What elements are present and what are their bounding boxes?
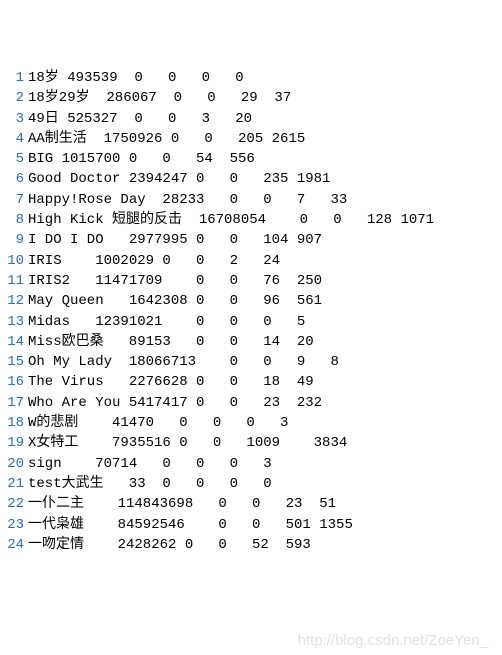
line-text: 49日 525327 0 0 3 20 bbox=[24, 109, 252, 129]
editor-line[interactable]: 4AA制生活 1750926 0 0 205 2615 bbox=[4, 129, 498, 149]
editor-line[interactable]: 11IRIS2 11471709 0 0 76 250 bbox=[4, 271, 498, 291]
editor-line[interactable]: 22一仆二主 114843698 0 0 23 51 bbox=[4, 494, 498, 514]
line-number: 19 bbox=[4, 433, 24, 453]
line-text: 一仆二主 114843698 0 0 23 51 bbox=[24, 494, 336, 514]
line-text: I DO I DO 2977995 0 0 104 907 bbox=[24, 230, 322, 250]
line-number: 13 bbox=[4, 312, 24, 332]
line-number: 20 bbox=[4, 454, 24, 474]
editor-line[interactable]: 14Miss欧巴桑 89153 0 0 14 20 bbox=[4, 332, 498, 352]
line-text: IRIS 1002029 0 0 2 24 bbox=[24, 251, 280, 271]
line-number: 10 bbox=[4, 251, 24, 271]
code-editor[interactable]: 118岁 493539 0 0 0 0218岁29岁 286067 0 0 29… bbox=[4, 68, 498, 555]
line-text: 18岁29岁 286067 0 0 29 37 bbox=[24, 88, 291, 108]
editor-line[interactable]: 19X女特工 7935516 0 0 1009 3834 bbox=[4, 433, 498, 453]
line-text: test大武生 33 0 0 0 0 bbox=[24, 474, 272, 494]
line-text: BIG 1015700 0 0 54 556 bbox=[24, 149, 255, 169]
editor-line[interactable]: 118岁 493539 0 0 0 0 bbox=[4, 68, 498, 88]
line-number: 7 bbox=[4, 190, 24, 210]
line-text: High Kick 短腿的反击 16708054 0 0 128 1071 bbox=[24, 210, 434, 230]
line-number: 6 bbox=[4, 169, 24, 189]
editor-line[interactable]: 17Who Are You 5417417 0 0 23 232 bbox=[4, 393, 498, 413]
editor-line[interactable]: 18W的悲剧 41470 0 0 0 3 bbox=[4, 413, 498, 433]
editor-line[interactable]: 5BIG 1015700 0 0 54 556 bbox=[4, 149, 498, 169]
line-number: 2 bbox=[4, 88, 24, 108]
line-text: AA制生活 1750926 0 0 205 2615 bbox=[24, 129, 305, 149]
line-text: sign 70714 0 0 0 3 bbox=[24, 454, 272, 474]
line-number: 3 bbox=[4, 109, 24, 129]
editor-line[interactable]: 7Happy!Rose Day 28233 0 0 7 33 bbox=[4, 190, 498, 210]
line-number: 16 bbox=[4, 372, 24, 392]
editor-line[interactable]: 9I DO I DO 2977995 0 0 104 907 bbox=[4, 230, 498, 250]
line-text: The Virus 2276628 0 0 18 49 bbox=[24, 372, 314, 392]
line-text: Who Are You 5417417 0 0 23 232 bbox=[24, 393, 322, 413]
editor-line[interactable]: 15Oh My Lady 18066713 0 0 9 8 bbox=[4, 352, 498, 372]
line-text: 一代枭雄 84592546 0 0 501 1355 bbox=[24, 515, 353, 535]
editor-line[interactable]: 21test大武生 33 0 0 0 0 bbox=[4, 474, 498, 494]
line-number: 11 bbox=[4, 271, 24, 291]
line-text: W的悲剧 41470 0 0 0 3 bbox=[24, 413, 288, 433]
editor-line[interactable]: 349日 525327 0 0 3 20 bbox=[4, 109, 498, 129]
line-number: 18 bbox=[4, 413, 24, 433]
line-number: 8 bbox=[4, 210, 24, 230]
editor-line[interactable]: 6Good Doctor 2394247 0 0 235 1981 bbox=[4, 169, 498, 189]
line-number: 1 bbox=[4, 68, 24, 88]
line-number: 22 bbox=[4, 494, 24, 514]
editor-line[interactable]: 8High Kick 短腿的反击 16708054 0 0 128 1071 bbox=[4, 210, 498, 230]
line-number: 15 bbox=[4, 352, 24, 372]
editor-line[interactable]: 12May Queen 1642308 0 0 96 561 bbox=[4, 291, 498, 311]
line-number: 4 bbox=[4, 129, 24, 149]
line-text: IRIS2 11471709 0 0 76 250 bbox=[24, 271, 322, 291]
line-text: Good Doctor 2394247 0 0 235 1981 bbox=[24, 169, 330, 189]
line-number: 23 bbox=[4, 515, 24, 535]
line-number: 12 bbox=[4, 291, 24, 311]
editor-line[interactable]: 16The Virus 2276628 0 0 18 49 bbox=[4, 372, 498, 392]
line-text: Miss欧巴桑 89153 0 0 14 20 bbox=[24, 332, 314, 352]
line-number: 14 bbox=[4, 332, 24, 352]
editor-line[interactable]: 218岁29岁 286067 0 0 29 37 bbox=[4, 88, 498, 108]
line-number: 5 bbox=[4, 149, 24, 169]
editor-line[interactable]: 13Midas 12391021 0 0 0 5 bbox=[4, 312, 498, 332]
line-text: X女特工 7935516 0 0 1009 3834 bbox=[24, 433, 347, 453]
line-text: Oh My Lady 18066713 0 0 9 8 bbox=[24, 352, 339, 372]
line-number: 21 bbox=[4, 474, 24, 494]
editor-line[interactable]: 10IRIS 1002029 0 0 2 24 bbox=[4, 251, 498, 271]
line-text: Midas 12391021 0 0 0 5 bbox=[24, 312, 305, 332]
editor-line[interactable]: 23一代枭雄 84592546 0 0 501 1355 bbox=[4, 515, 498, 535]
line-text: Happy!Rose Day 28233 0 0 7 33 bbox=[24, 190, 347, 210]
editor-line[interactable]: 20sign 70714 0 0 0 3 bbox=[4, 454, 498, 474]
watermark-text: http://blog.csdn.net/ZoeYen_ bbox=[298, 632, 488, 649]
line-number: 17 bbox=[4, 393, 24, 413]
line-text: May Queen 1642308 0 0 96 561 bbox=[24, 291, 322, 311]
line-number: 9 bbox=[4, 230, 24, 250]
line-text: 18岁 493539 0 0 0 0 bbox=[24, 68, 244, 88]
